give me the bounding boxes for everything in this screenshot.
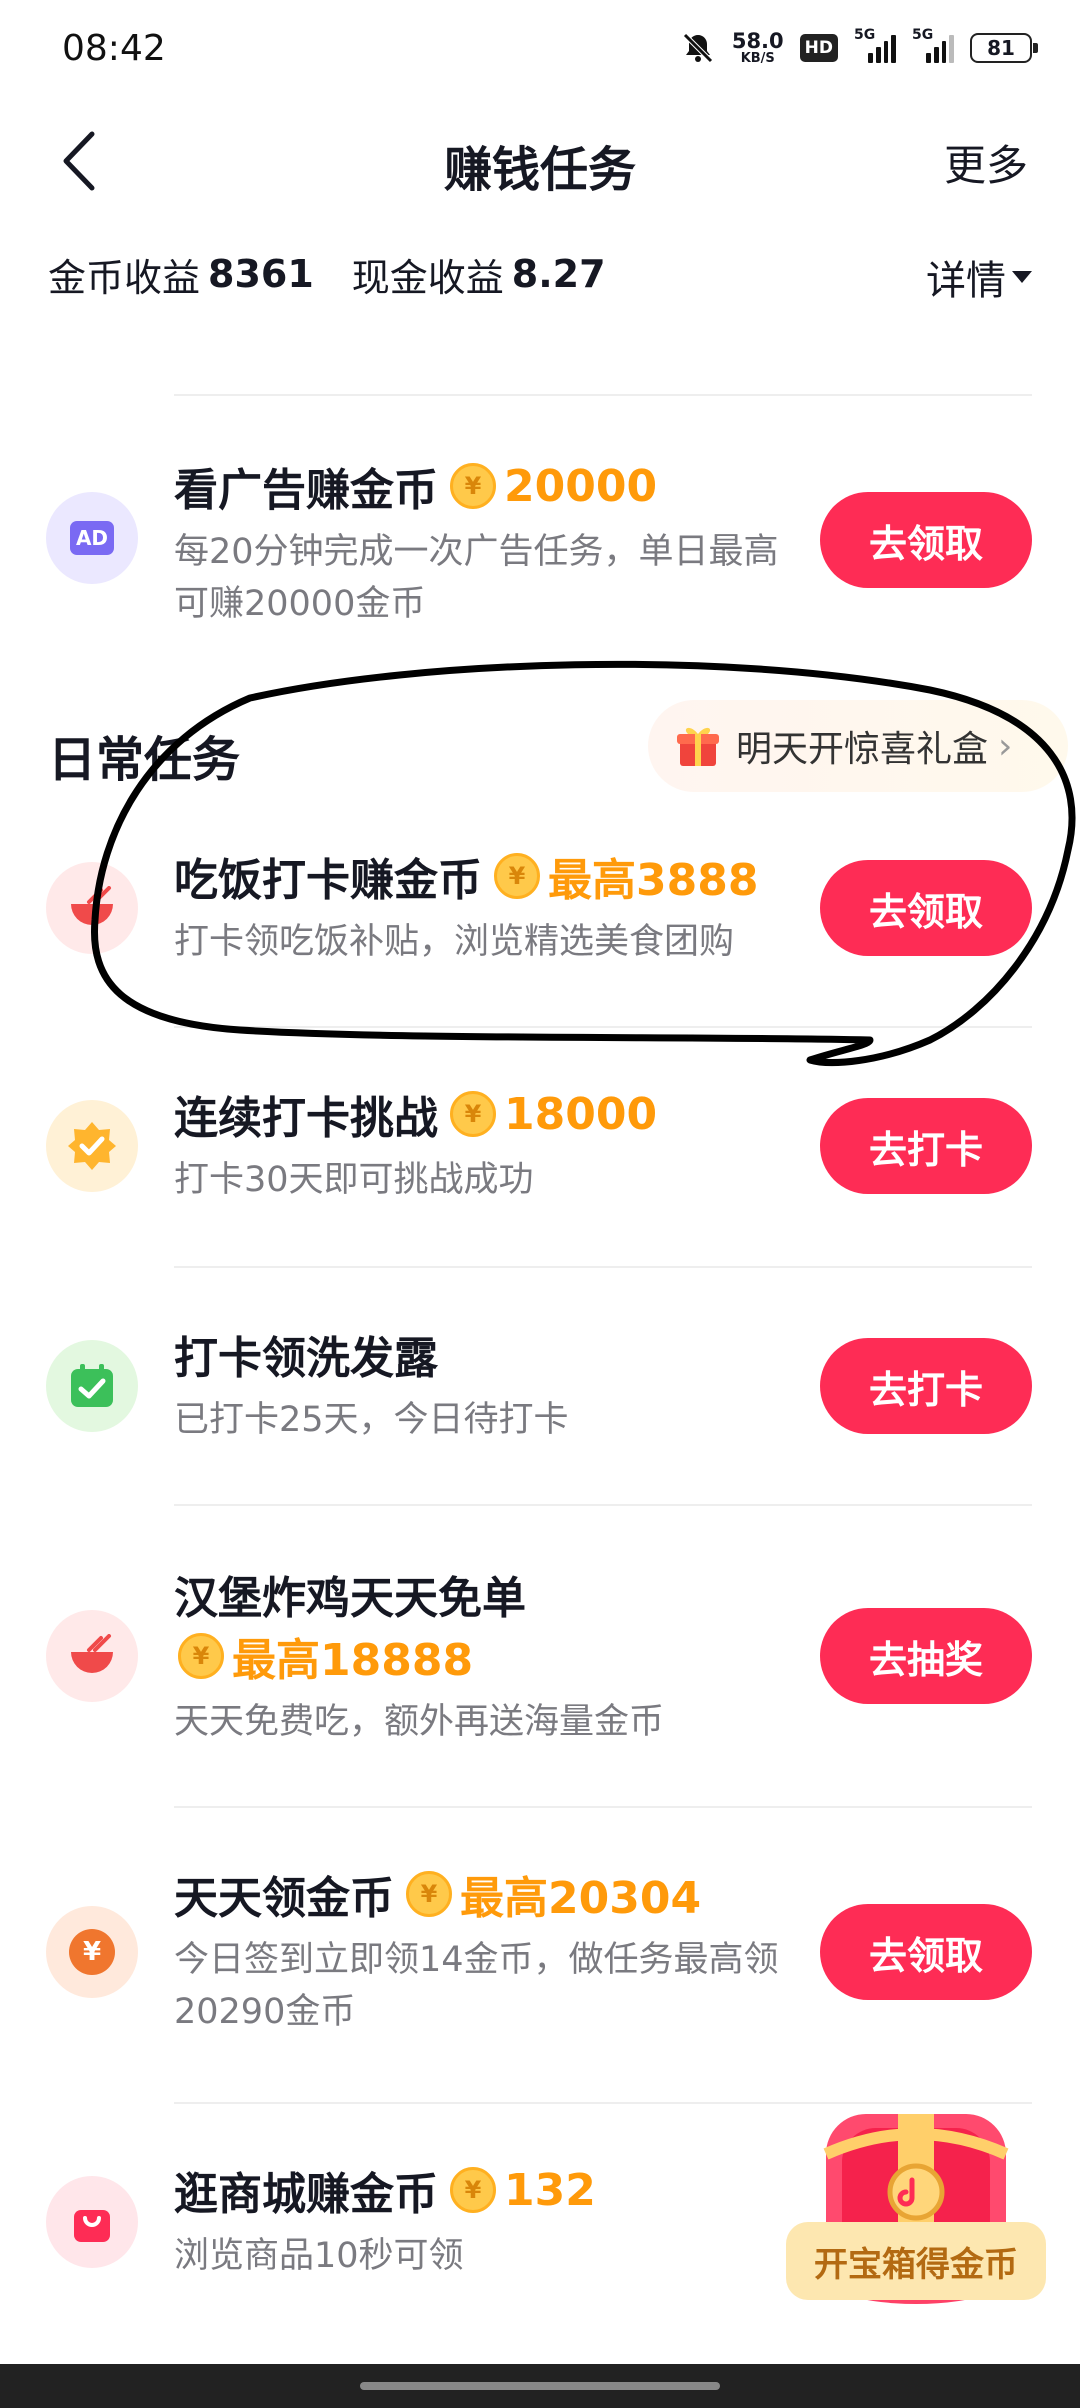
page-title: 赚钱任务 bbox=[443, 142, 636, 198]
network-speed: 58.0 KB/S bbox=[731, 29, 784, 66]
battery-icon: 81 bbox=[970, 33, 1038, 63]
claim-button[interactable]: 去领取 bbox=[820, 1904, 1032, 2000]
task-reward: 最高20304 bbox=[460, 1873, 702, 1924]
coin-icon: ¥ bbox=[450, 1091, 496, 1137]
task-reward: 18000 bbox=[504, 1088, 658, 1140]
detail-button[interactable]: 详情 bbox=[926, 248, 1032, 306]
task-reward: 最高3888 bbox=[548, 855, 759, 906]
task-title: 看广告赚金币 ¥ 20000 bbox=[174, 460, 658, 517]
task-title: 连续打卡挑战 ¥ 18000 bbox=[174, 1088, 658, 1145]
task-title: 汉堡炸鸡天天免单 bbox=[174, 1573, 526, 1624]
task-reward-line: ¥ 最高18888 bbox=[166, 1624, 473, 1688]
checkin-button[interactable]: 去打卡 bbox=[820, 1338, 1032, 1434]
shopping-bag-icon bbox=[46, 2176, 138, 2268]
section-title-daily: 日常任务 bbox=[48, 732, 241, 788]
open-chest-label[interactable]: 开宝箱得金币 bbox=[786, 2222, 1046, 2300]
task-title: 天天领金币 ¥ 最高20304 bbox=[174, 1862, 701, 1926]
status-bar: 08:42 58.0 KB/S HD 5G 5G 81 bbox=[0, 0, 1080, 96]
divider bbox=[174, 394, 1032, 396]
mute-bell-icon bbox=[683, 33, 713, 63]
divider bbox=[174, 1504, 1032, 1506]
ad-icon: AD bbox=[46, 492, 138, 584]
task-title: 逛商城赚金币 ¥ 132 bbox=[174, 2164, 596, 2221]
task-title: 吃饭打卡赚金币 ¥ 最高3888 bbox=[174, 844, 758, 908]
gift-box-icon bbox=[677, 727, 719, 766]
divider bbox=[174, 1806, 1032, 1808]
claim-button[interactable]: 去领取 bbox=[820, 860, 1032, 956]
bowl-icon bbox=[46, 1610, 138, 1702]
task-desc: 打卡30天即可挑战成功 bbox=[174, 1160, 534, 1200]
home-indicator[interactable] bbox=[360, 2382, 720, 2390]
badge-check-icon bbox=[46, 1100, 138, 1192]
task-desc: 已打卡25天，今日待打卡 bbox=[174, 1400, 569, 1440]
coin-icon: ¥ bbox=[450, 2167, 496, 2213]
yen-coin-icon: ¥ bbox=[46, 1906, 138, 1998]
cash-earnings-label: 现金收益 bbox=[351, 255, 504, 300]
task-reward: 20000 bbox=[504, 460, 658, 512]
lottery-button[interactable]: 去抽奖 bbox=[820, 1608, 1032, 1704]
surprise-gift-banner[interactable]: 明天开惊喜礼盒 › bbox=[648, 700, 1068, 792]
top-nav: 赚钱任务 更多 bbox=[0, 96, 1080, 226]
claim-button[interactable]: 去领取 bbox=[820, 492, 1032, 588]
scroll-fade bbox=[0, 304, 1080, 344]
treasure-chest-icon[interactable] bbox=[786, 2084, 1046, 2344]
calendar-check-icon bbox=[46, 1340, 138, 1432]
checkin-button[interactable]: 去打卡 bbox=[820, 1098, 1032, 1194]
task-desc: 今日签到立即领14金币，做任务最高领20290金币 bbox=[174, 1940, 779, 2032]
task-desc: 每20分钟完成一次广告任务，单日最高可赚20000金币 bbox=[174, 532, 779, 624]
coin-earnings-value: 8361 bbox=[208, 252, 314, 296]
coin-icon: ¥ bbox=[494, 853, 540, 899]
coin-icon: ¥ bbox=[450, 463, 496, 509]
cash-earnings-value: 8.27 bbox=[511, 252, 606, 296]
coin-icon: ¥ bbox=[178, 1633, 224, 1679]
task-desc: 浏览商品10秒可领 bbox=[174, 2236, 464, 2276]
divider bbox=[174, 1026, 1032, 1028]
task-desc: 天天免费吃，额外再送海量金币 bbox=[174, 1702, 665, 1742]
more-button[interactable]: 更多 bbox=[944, 132, 1028, 193]
task-reward: 最高18888 bbox=[232, 1635, 474, 1686]
hd-voice-icon: HD bbox=[799, 34, 838, 62]
signal-icon: 5G bbox=[854, 27, 896, 63]
divider bbox=[174, 1266, 1032, 1268]
coin-icon: ¥ bbox=[406, 1871, 452, 1917]
task-reward: 132 bbox=[504, 2164, 596, 2216]
coin-earnings-label: 金币收益 bbox=[48, 255, 201, 300]
system-gesture-bar bbox=[0, 2364, 1080, 2408]
task-title: 打卡领洗发露 bbox=[174, 1333, 438, 1384]
chevron-right-icon: › bbox=[998, 725, 1013, 767]
status-time: 08:42 bbox=[62, 27, 166, 69]
signal-icon-2: 5G bbox=[912, 27, 954, 63]
task-desc: 打卡领吃饭补贴，浏览精选美食团购 bbox=[174, 922, 735, 962]
caret-down-icon bbox=[1012, 271, 1032, 283]
bowl-icon bbox=[46, 862, 138, 954]
